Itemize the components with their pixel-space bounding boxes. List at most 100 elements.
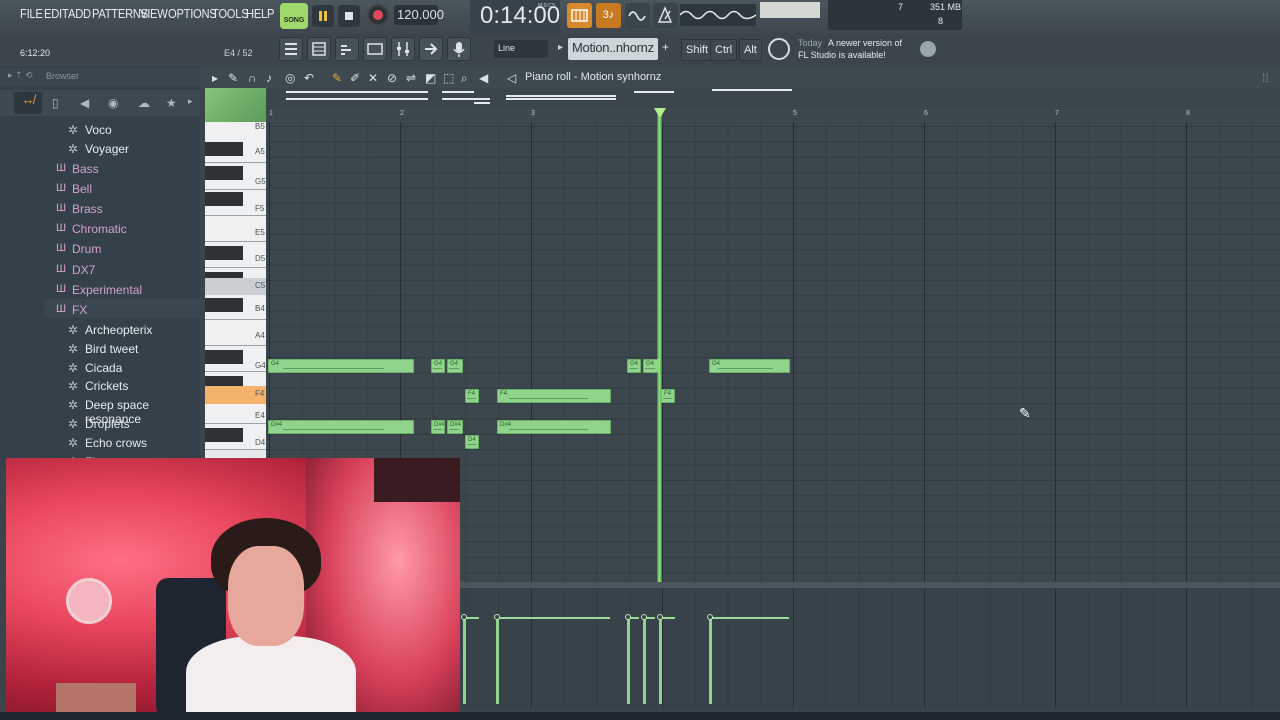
browser-button[interactable] xyxy=(363,37,387,61)
velocity-stem[interactable] xyxy=(496,618,499,704)
playback-tool-icon[interactable]: ◀ xyxy=(479,71,488,85)
velocity-handle[interactable] xyxy=(494,614,500,620)
black-key[interactable] xyxy=(205,350,243,364)
select-tool-icon[interactable]: ⬚ xyxy=(443,71,454,85)
menu-view[interactable]: VIEW xyxy=(140,6,168,21)
black-key[interactable] xyxy=(205,192,243,206)
menu-file[interactable]: FILE xyxy=(20,6,43,21)
black-key[interactable] xyxy=(205,142,243,156)
browser-item-archeopterix[interactable]: ✲ Archeopterix xyxy=(0,320,200,340)
browser-item-bell[interactable]: Ш Bell xyxy=(0,179,200,199)
browser-item-experimental[interactable]: Ш Experimental xyxy=(0,280,200,300)
mute-tool-icon[interactable]: ⊘ xyxy=(387,71,397,85)
add-pattern-button[interactable]: + xyxy=(662,40,669,54)
globe-icon[interactable] xyxy=(920,41,936,57)
browser-item-echo-crows[interactable]: ✲ Echo crows xyxy=(0,433,200,453)
note-g4[interactable]: G4 xyxy=(268,359,414,373)
magnet-icon[interactable]: ∩ xyxy=(248,71,257,85)
hint-icon[interactable] xyxy=(768,38,790,60)
velocity-handle[interactable] xyxy=(625,614,631,620)
menu-add[interactable]: ADD xyxy=(68,6,91,21)
menu-edit[interactable]: EDIT xyxy=(44,6,69,21)
browser-item-droplets[interactable]: ✲ Droplets xyxy=(0,414,200,434)
note-icon[interactable]: ♪ xyxy=(266,71,272,85)
news-message-line2[interactable]: FL Studio is available! xyxy=(798,50,886,60)
browser-item-crickets[interactable]: ✲ Crickets xyxy=(0,376,200,396)
black-key[interactable] xyxy=(205,246,243,260)
velocity-stem[interactable] xyxy=(627,618,630,704)
note-dsharp4[interactable]: D#4 xyxy=(497,420,611,434)
piano-roll-menu-arrow-icon[interactable]: ▸ xyxy=(212,71,218,85)
zoom-tool-icon[interactable]: ⌕ xyxy=(461,71,468,86)
speaker-icon[interactable]: ◀ xyxy=(80,96,89,110)
browser-item-fx[interactable]: Ш FX xyxy=(0,300,200,320)
note-g4[interactable]: G4 xyxy=(431,359,445,373)
timeline-ruler[interactable] xyxy=(266,108,1280,122)
browser-scroll-right-icon[interactable]: ▸ xyxy=(188,96,193,107)
velocity-stem[interactable] xyxy=(659,618,662,704)
speaker-small-icon[interactable]: ◁ xyxy=(507,71,516,85)
alt-button[interactable]: Alt xyxy=(739,39,762,61)
paint-brush-icon[interactable]: ✐ xyxy=(350,71,360,85)
countdown-button[interactable] xyxy=(625,3,650,28)
velocity-stem[interactable] xyxy=(463,618,466,704)
cloud-icon[interactable]: ☁ xyxy=(138,96,150,110)
browser-item-dx7[interactable]: Ш DX7 xyxy=(0,260,200,280)
slip-tool-icon[interactable]: ⇌ xyxy=(406,71,416,85)
note-f4[interactable]: F4 xyxy=(661,389,675,403)
browser-all-button[interactable]: ↮ xyxy=(14,92,42,114)
browser-item-cicada[interactable]: ✲ Cicada xyxy=(0,358,200,378)
browser-item-drum[interactable]: Ш Drum xyxy=(0,239,200,259)
velocity-handle[interactable] xyxy=(707,614,713,620)
browser-item-voco[interactable]: ✲ Voco xyxy=(0,120,200,140)
pattern-overview[interactable] xyxy=(266,88,1280,108)
current-project-icon[interactable]: ▯ xyxy=(52,96,59,110)
browser-item-bird-tweet[interactable]: ✲ Bird tweet xyxy=(0,339,200,359)
metronome-button[interactable] xyxy=(653,3,678,28)
note-dsharp4[interactable]: D#4 xyxy=(268,420,414,434)
playhead-marker[interactable] xyxy=(654,108,666,118)
note-f4[interactable]: F4 xyxy=(465,389,479,403)
undo-icon[interactable]: ↶ xyxy=(304,71,314,85)
note-d4[interactable]: D4 xyxy=(465,435,479,449)
playlist-button[interactable] xyxy=(279,37,303,61)
channel-rack-button[interactable] xyxy=(307,37,331,61)
velocity-handle[interactable] xyxy=(461,614,467,620)
piano-roll-button[interactable] xyxy=(335,37,359,61)
note-dsharp4[interactable]: D#4 xyxy=(447,420,463,434)
black-key[interactable] xyxy=(205,428,243,442)
shift-button[interactable]: Shift xyxy=(681,39,714,61)
news-message-line1[interactable]: A newer version of xyxy=(828,38,902,48)
black-key[interactable] xyxy=(205,298,243,312)
ctrl-button[interactable]: Ctrl xyxy=(710,39,738,61)
snap-selector[interactable]: Line xyxy=(494,40,548,58)
pause-button[interactable] xyxy=(312,5,334,27)
typing-keyboard-button[interactable] xyxy=(567,3,592,28)
resize-grip-icon[interactable]: ⁞⁞ xyxy=(1262,71,1269,85)
browser-item-chromatic[interactable]: Ш Chromatic xyxy=(0,219,200,239)
delete-tool-icon[interactable]: ✕ xyxy=(368,71,378,85)
record-button[interactable] xyxy=(367,4,389,26)
menu-options[interactable]: OPTIONS xyxy=(168,6,217,21)
slice-tool-icon[interactable]: ◩ xyxy=(425,71,436,85)
browser-item-bass[interactable]: Ш Bass xyxy=(0,159,200,179)
stop-button[interactable] xyxy=(338,5,360,27)
menu-tools[interactable]: TOOLS xyxy=(212,6,249,21)
tempo-display[interactable]: 120.000 xyxy=(394,5,444,25)
pencil-icon[interactable]: ✎ xyxy=(332,71,342,85)
menu-help[interactable]: HELP xyxy=(246,6,274,21)
plugin-picker-button[interactable] xyxy=(419,37,443,61)
velocity-handle[interactable] xyxy=(657,614,663,620)
browser-item-voyager[interactable]: ✲ Voyager xyxy=(0,139,200,159)
browser-nav-icons[interactable]: ▸ ⇡ ⟲ xyxy=(8,70,33,81)
mixer-button[interactable] xyxy=(391,37,415,61)
record-loop-icon[interactable]: ◎ xyxy=(285,71,295,85)
plugin-database-icon[interactable]: ◉ xyxy=(108,96,118,110)
song-mode-button[interactable]: SONG xyxy=(280,3,308,29)
pattern-selector[interactable]: Motion..nhornz xyxy=(568,38,658,60)
velocity-handle[interactable] xyxy=(641,614,647,620)
velocity-stem[interactable] xyxy=(643,618,646,704)
note-g4[interactable]: G4 xyxy=(627,359,641,373)
note-dsharp4[interactable]: D#4 xyxy=(431,420,445,434)
note-g4[interactable]: G4 xyxy=(447,359,463,373)
